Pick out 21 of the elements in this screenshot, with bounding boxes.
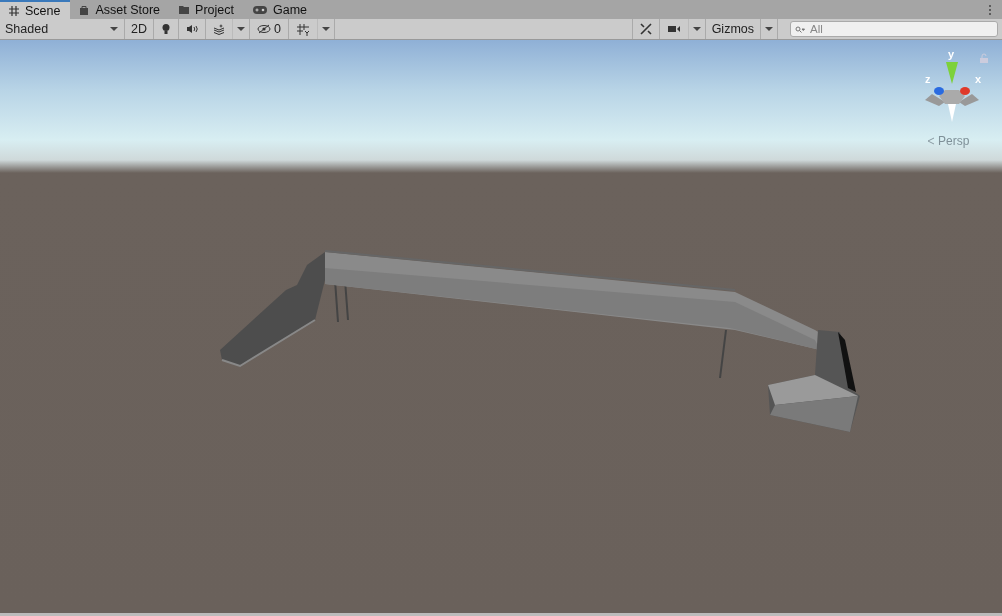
tab[interactable]: Scene	[0, 0, 71, 19]
arrow-left-icon	[927, 137, 935, 145]
axis-label: z	[925, 73, 931, 85]
gizmos-button[interactable]: Gizmos	[705, 19, 761, 39]
tools-icon[interactable]	[631, 19, 660, 39]
tab[interactable]: Project	[170, 0, 244, 19]
shading-mode-dropdown[interactable]: Shaded	[0, 19, 125, 39]
2d-mode-toggle[interactable]: 2D	[125, 19, 154, 39]
search-field[interactable]: All	[790, 21, 998, 37]
axis-label: y	[948, 48, 955, 60]
grid-icon	[8, 4, 20, 17]
tab[interactable]: Game	[244, 0, 318, 19]
bag-icon	[78, 3, 91, 16]
gamepad-icon	[252, 4, 268, 15]
hidden-objects-toggle[interactable]: 0	[250, 19, 289, 39]
eye-slash-icon	[257, 24, 271, 34]
axis-label: x	[975, 73, 982, 85]
search-icon	[795, 26, 805, 34]
tab[interactable]: Asset Store	[70, 0, 171, 19]
folder-icon	[178, 3, 191, 16]
more-options-icon[interactable]	[988, 4, 992, 16]
